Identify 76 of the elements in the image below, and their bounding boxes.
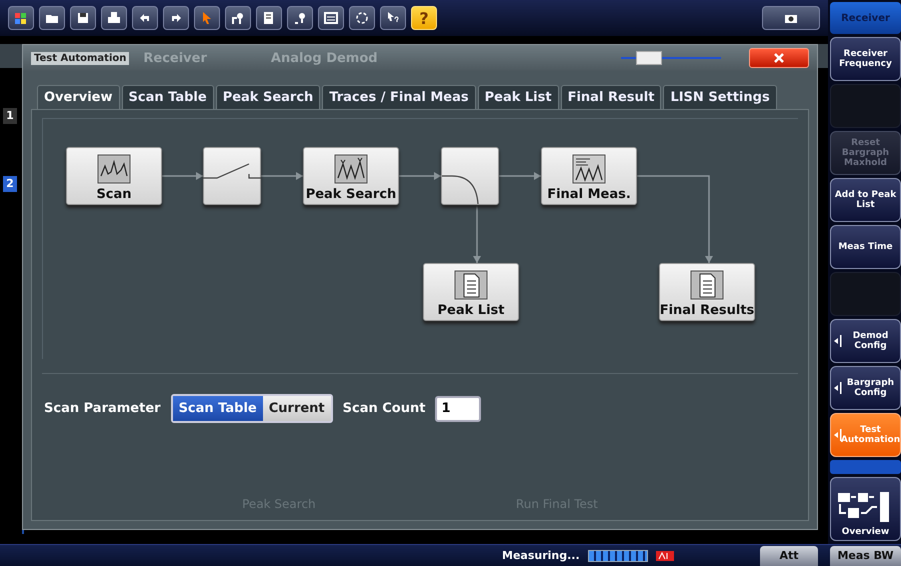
spectrum-icon [97, 154, 131, 184]
peak-list-node[interactable]: Peak List [423, 263, 519, 321]
hotkey-button[interactable]: Att [760, 546, 818, 566]
windows-logo-icon [13, 10, 29, 26]
transparency-slider[interactable] [621, 51, 721, 65]
scan-node[interactable]: Scan [66, 147, 162, 205]
window-number: 2 [3, 176, 17, 192]
submenu-icon [834, 429, 842, 441]
sequence-icon [354, 10, 370, 26]
toggle-option[interactable]: Scan Table [172, 396, 263, 421]
toggle-option[interactable]: Current [262, 396, 331, 421]
peak-search-node[interactable]: Peak Search [303, 147, 399, 205]
dialog-title: Test Automation [31, 52, 130, 64]
connector-arrow [261, 172, 303, 180]
save-icon [75, 10, 91, 26]
scan-count-label: Scan Count [342, 401, 426, 416]
close-icon [774, 53, 784, 63]
toolbar-button[interactable] [163, 6, 189, 30]
connector-arrow [473, 205, 481, 263]
softkey[interactable]: Receiver Frequency [830, 37, 901, 81]
switch-node[interactable] [203, 147, 261, 205]
final-results-node[interactable]: Final Results [659, 263, 755, 321]
help-button[interactable]: ? [411, 6, 437, 30]
toolbar-button[interactable] [70, 6, 96, 30]
scan-count-field[interactable]: 1 [435, 396, 482, 422]
tab[interactable]: Peak Search [216, 85, 320, 109]
scan-parameter-label: Scan Parameter [44, 401, 161, 416]
window-tab-label: Analog Demod [270, 50, 378, 66]
screenshot-button[interactable] [762, 6, 820, 30]
tab[interactable]: Traces / Final Meas [322, 85, 476, 109]
print-icon [106, 10, 122, 26]
window-tab-label: Receiver [143, 50, 207, 66]
toolbar-button[interactable] [349, 6, 375, 30]
toolbar-button[interactable] [287, 6, 313, 30]
document-peaks-icon [572, 154, 606, 184]
status-text: Measuring... [502, 549, 580, 562]
toolbar-button[interactable] [256, 6, 282, 30]
hotkey-button[interactable]: Meas BW [830, 546, 901, 566]
menu-title: Receiver [830, 2, 901, 34]
splitter-node[interactable] [441, 147, 499, 205]
branch-curve-icon [442, 175, 479, 204]
toolbar-button[interactable] [8, 6, 34, 30]
document-list-icon [690, 270, 724, 300]
softkey-label: Overview [842, 527, 890, 537]
toolbar-button[interactable] [132, 6, 158, 30]
marker-icon [230, 10, 246, 26]
menu-separator-bar [830, 460, 901, 474]
final-meas-node[interactable]: Final Meas. [541, 147, 637, 205]
submenu-icon [834, 382, 842, 394]
tab[interactable]: Scan Table [122, 85, 214, 109]
connector-arrow [399, 172, 441, 180]
close-button[interactable] [749, 48, 809, 68]
submenu-icon [834, 335, 842, 347]
softkey[interactable]: Meas Time [830, 225, 901, 269]
document-list-icon [454, 270, 488, 300]
overview-softkey[interactable]: Overview [830, 477, 901, 541]
tab[interactable]: Overview [37, 85, 120, 109]
slider-thumb[interactable] [636, 51, 662, 65]
connector-arrow [499, 172, 541, 180]
window-number: 1 [3, 108, 17, 124]
display-icon [323, 10, 339, 26]
tab[interactable]: Peak List [478, 85, 559, 109]
peak-marker-icon [292, 10, 308, 26]
tab[interactable]: LISN Settings [663, 85, 777, 109]
softkey[interactable]: Add to Peak List [830, 178, 901, 222]
softkey[interactable]: Bargraph Config [830, 366, 901, 410]
toolbar-button[interactable] [101, 6, 127, 30]
warning-indicator-icon [656, 550, 674, 561]
connector-arrow [162, 172, 203, 180]
toolbar-button[interactable] [225, 6, 251, 30]
toolbar-button[interactable] [318, 6, 344, 30]
toolbar-button[interactable] [380, 6, 406, 30]
toolbar-button[interactable] [39, 6, 65, 30]
softkey[interactable]: Demod Config [830, 319, 901, 363]
tab[interactable]: Final Result [560, 85, 662, 109]
peaks-icon [334, 154, 368, 184]
